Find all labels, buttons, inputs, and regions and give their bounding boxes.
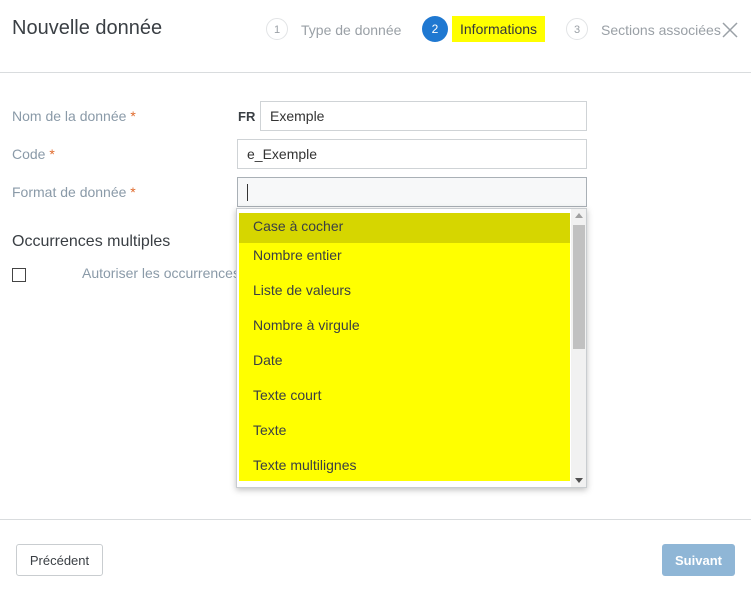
dropdown-scrollbar[interactable] xyxy=(571,209,586,487)
scrollbar-thumb[interactable] xyxy=(573,225,585,349)
code-label-text: Code xyxy=(12,146,46,162)
format-option-date[interactable]: Date xyxy=(239,348,570,383)
step-3-label: Sections associées xyxy=(601,22,721,38)
dialog-header: Nouvelle donnée 1 Type de donnée 2 Infor… xyxy=(0,0,751,73)
name-input[interactable]: Exemple xyxy=(260,101,587,131)
previous-button[interactable]: Précédent xyxy=(16,544,103,576)
format-option-integer[interactable]: Nombre entier xyxy=(239,243,570,278)
format-option-short-text[interactable]: Texte court xyxy=(239,383,570,418)
step-2-label: Informations xyxy=(452,16,546,42)
format-dropdown: Case à cocher Nombre entier Liste de val… xyxy=(236,208,587,488)
format-options-list: Case à cocher Nombre entier Liste de val… xyxy=(239,213,570,481)
text-caret xyxy=(247,184,248,201)
code-label: Code * xyxy=(12,146,55,162)
name-required-mark: * xyxy=(130,108,136,124)
dialog-footer xyxy=(0,519,751,593)
format-option-checkbox[interactable]: Case à cocher xyxy=(239,213,570,243)
step-1-label: Type de donnée xyxy=(301,22,402,38)
format-required-mark: * xyxy=(130,184,136,200)
format-input[interactable] xyxy=(237,177,587,207)
code-required-mark: * xyxy=(49,146,55,162)
format-option-text[interactable]: Texte xyxy=(239,418,570,453)
scroll-up-arrow-icon[interactable] xyxy=(575,213,583,218)
dialog-title: Nouvelle donnée xyxy=(12,17,163,39)
format-label-text: Format de donnée xyxy=(12,184,127,200)
code-input-value: e_Exemple xyxy=(247,146,318,162)
step-1-number: 1 xyxy=(266,18,288,40)
multiple-occurrences-checkbox[interactable] xyxy=(12,268,26,282)
name-input-value: Exemple xyxy=(270,108,325,124)
multiple-occurrences-label: Autoriser les occurrences multiples xyxy=(82,265,237,281)
code-input[interactable]: e_Exemple xyxy=(237,139,587,169)
step-3-number: 3 xyxy=(566,18,588,40)
language-code: FR xyxy=(238,109,256,124)
multiple-occurrences-title: Occurrences multiples xyxy=(12,233,171,250)
format-option-multiline-text[interactable]: Texte multilignes xyxy=(239,453,570,481)
next-button[interactable]: Suivant xyxy=(662,544,735,576)
name-label: Nom de la donnée * xyxy=(12,108,136,124)
scroll-down-arrow-icon[interactable] xyxy=(575,478,583,483)
format-option-value-list[interactable]: Liste de valeurs xyxy=(239,278,570,313)
name-label-text: Nom de la donnée xyxy=(12,108,127,124)
format-option-decimal[interactable]: Nombre à virgule xyxy=(239,313,570,348)
format-label: Format de donnée * xyxy=(12,184,136,200)
close-icon[interactable] xyxy=(721,21,739,39)
step-2-number: 2 xyxy=(422,16,448,42)
